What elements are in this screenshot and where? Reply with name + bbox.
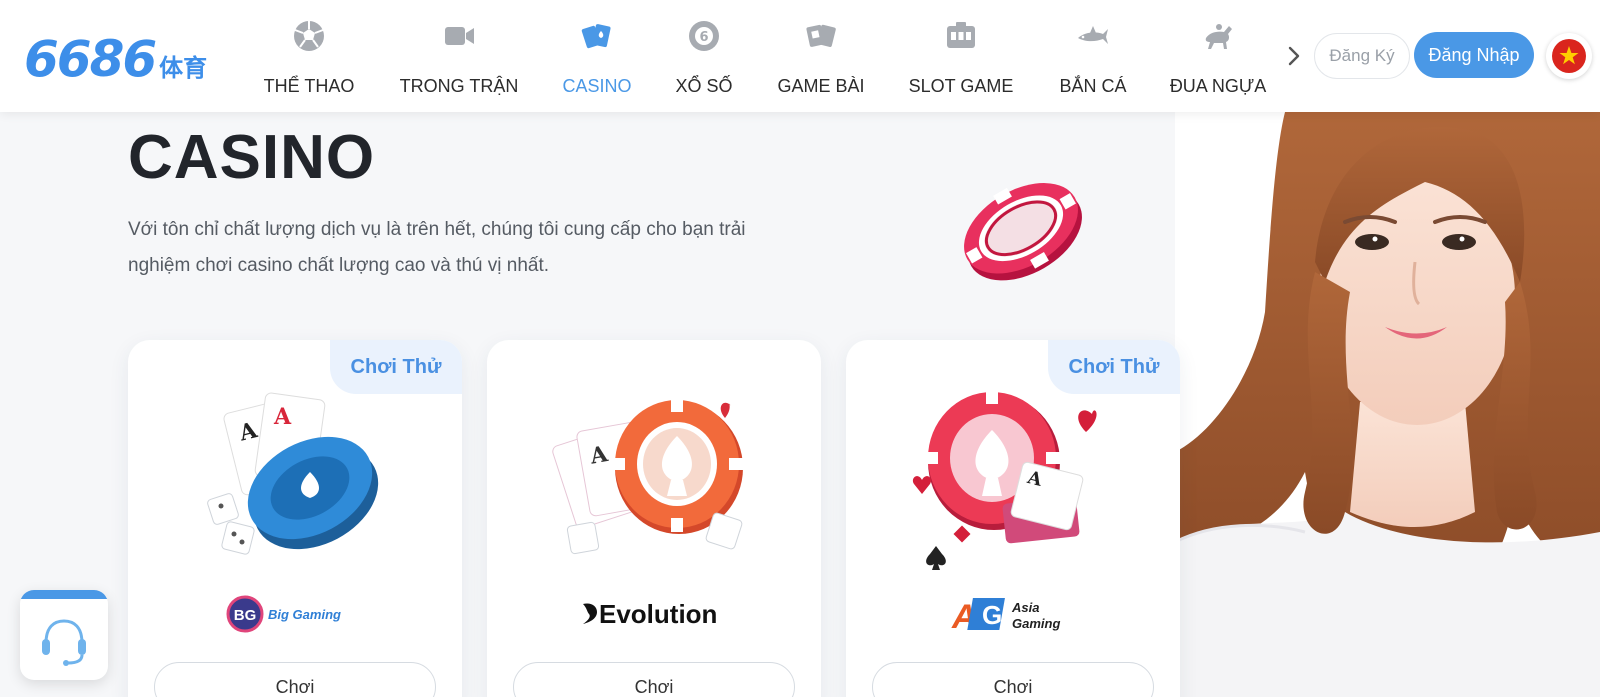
nav-label: XỔ SỐ <box>675 76 733 96</box>
video-camera-icon <box>445 27 474 45</box>
horse-racing-icon <box>1205 24 1232 49</box>
nav-item-casino[interactable]: CASINO <box>560 14 634 100</box>
playing-cards-icon <box>581 24 611 49</box>
big-gaming-logo: BG Big Gaming <box>226 595 341 633</box>
evolution-logo: Evolution <box>583 599 717 629</box>
play-button[interactable]: Chơi <box>513 662 795 697</box>
register-button[interactable]: Đăng Ký <box>1314 33 1410 79</box>
nav-label: TRONG TRẬN <box>399 76 519 96</box>
headset-icon <box>42 619 86 666</box>
svg-text:G: G <box>982 600 1002 630</box>
soccer-ball-icon <box>294 21 324 51</box>
nav-label: SLOT GAME <box>908 76 1014 96</box>
provider-card-evolution[interactable]: A Evolution Chơi <box>487 340 821 697</box>
asia-gaming-logo: A G Asia Gaming <box>951 598 1060 636</box>
provider-logo-asia-gaming: A G Asia Gaming <box>846 592 1180 636</box>
play-button[interactable]: Chơi <box>872 662 1154 697</box>
casino-chip-decoration <box>964 183 1082 281</box>
slot-machine-icon <box>947 22 975 48</box>
nav-item-horse-racing[interactable]: ĐUA NGỰA <box>1170 14 1266 100</box>
shark-icon <box>1078 26 1108 44</box>
chevron-right-icon[interactable] <box>1284 44 1304 68</box>
nav-label: ĐUA NGỰA <box>1169 76 1267 96</box>
nav-label: THỂ THAO <box>263 76 355 96</box>
page-description: Với tôn chỉ chất lượng dịch vụ là trên h… <box>128 219 746 276</box>
nav-label: BẮN CÁ <box>1059 76 1127 96</box>
language-selector[interactable] <box>1546 33 1592 79</box>
provider-logo-evolution: Evolution <box>487 592 821 636</box>
card-game-icon <box>806 24 836 47</box>
vietnam-flag-icon <box>1552 39 1586 73</box>
customer-support-widget[interactable] <box>20 590 108 680</box>
orange-chip-cards-artwork: A <box>552 398 743 555</box>
evolution-logo-text: Evolution <box>599 599 717 629</box>
provider-card-big-gaming[interactable]: Chơi Thử A A BG Big Gaming Chơi <box>128 340 462 697</box>
nav-item-slot-game[interactable]: SLOT GAME <box>906 14 1016 100</box>
site-logo[interactable]: 6686 体育 <box>24 30 208 88</box>
provider-card-asia-gaming[interactable]: Chơi Thử A A G Asia Gaming Chơi <box>846 340 1180 697</box>
login-button[interactable]: Đăng Nhập <box>1414 32 1534 78</box>
page-title: CASINO <box>128 123 376 192</box>
nav-label: CASINO <box>562 76 632 96</box>
svg-text:6: 6 <box>699 30 708 45</box>
nav-item-live[interactable]: TRONG TRẬN <box>398 14 520 100</box>
red-chip-cards-artwork: A <box>912 390 1097 570</box>
nav-item-lottery[interactable]: 6 XỔ SỐ <box>672 14 736 100</box>
play-button[interactable]: Chơi <box>154 662 436 697</box>
logo-number: 6686 <box>24 30 157 88</box>
provider-logo-big-gaming: BG Big Gaming <box>128 592 462 636</box>
hero-model-image <box>1175 112 1600 697</box>
support-accent-bar <box>20 590 108 599</box>
top-navigation-bar: 6686 体育 THỂ THAO TRONG TRẬN CASINO 6 XỔ … <box>0 0 1600 112</box>
big-gaming-logo-text: Big Gaming <box>268 607 341 622</box>
asia-gaming-logo-line1: Asia <box>1011 600 1039 615</box>
lottery-ball-icon: 6 <box>689 21 719 51</box>
blue-chip-cards-artwork: A A <box>207 392 379 555</box>
nav-label: GAME BÀI <box>777 76 865 96</box>
nav-item-card-games[interactable]: GAME BÀI <box>774 14 868 100</box>
nav-item-fishing[interactable]: BẮN CÁ <box>1058 14 1128 100</box>
big-gaming-logo-mark: BG <box>234 607 257 624</box>
svg-text:A: A <box>273 404 292 430</box>
nav-item-sports[interactable]: THỂ THAO <box>264 14 354 100</box>
asia-gaming-logo-line2: Gaming <box>1012 616 1060 631</box>
logo-suffix: 体育 <box>159 54 208 82</box>
